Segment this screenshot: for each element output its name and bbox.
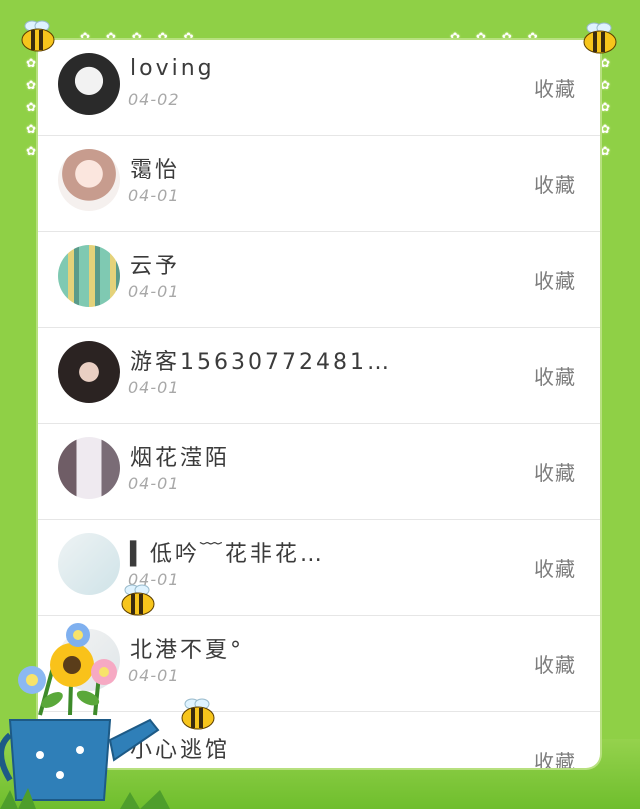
avatar[interactable] (58, 533, 120, 595)
favorite-button[interactable]: 收藏 (534, 457, 576, 486)
user-name: 游客15630772481… (130, 350, 392, 375)
favorite-button[interactable]: 收藏 (534, 73, 576, 102)
favorite-button[interactable]: 收藏 (534, 361, 576, 390)
favorite-button[interactable]: 收藏 (534, 169, 576, 198)
list-item[interactable]: 云予 04-01 收藏 (38, 232, 600, 328)
list-item[interactable]: 游客15630772481… 04-01 收藏 (38, 328, 600, 424)
user-name: 云予 (130, 254, 181, 279)
avatar[interactable] (58, 245, 120, 307)
flower-pot-icon (0, 623, 170, 809)
item-date: 04-01 (128, 282, 180, 301)
bee-icon (121, 584, 155, 616)
favorite-button[interactable]: 收藏 (534, 746, 576, 768)
avatar[interactable] (58, 341, 120, 403)
list-item[interactable]: 烟花滢陌 04-01 收藏 (38, 424, 600, 520)
item-date: 04-01 (128, 378, 180, 397)
item-date: 04-02 (128, 90, 180, 109)
favorite-button[interactable]: 收藏 (534, 553, 576, 582)
bee-icon (21, 20, 55, 52)
user-name: loving (130, 56, 215, 81)
avatar[interactable] (58, 149, 120, 211)
avatar[interactable] (58, 437, 120, 499)
user-name: 烟花滢陌 (130, 446, 231, 471)
user-name: ▍低吟﹋花非花… (130, 542, 325, 567)
list-item[interactable]: loving 04-02 收藏 (38, 40, 600, 136)
user-name: 霭怡 (130, 158, 181, 183)
avatar[interactable] (58, 53, 120, 115)
favorite-button[interactable]: 收藏 (534, 649, 576, 678)
list-item[interactable]: 霭怡 04-01 收藏 (38, 136, 600, 232)
favorite-button[interactable]: 收藏 (534, 265, 576, 294)
item-date: 04-01 (128, 186, 180, 205)
item-date: 04-01 (128, 474, 180, 493)
bee-icon (583, 22, 617, 54)
